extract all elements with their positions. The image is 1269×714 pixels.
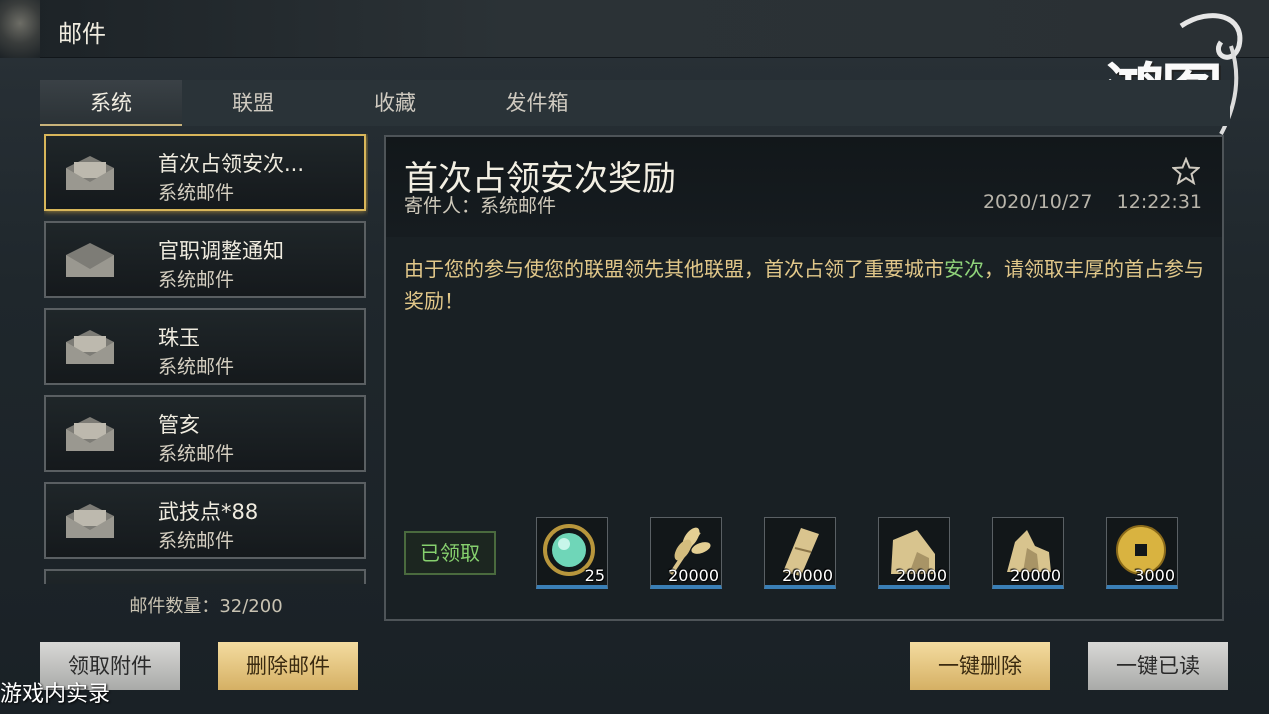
mail-item[interactable]: 官职调整通知 系统邮件 <box>44 221 366 298</box>
mail-title: 管亥 <box>158 413 200 437</box>
mail-sender: 系统邮件 <box>158 530 235 552</box>
reward-slot[interactable]: 3000 <box>1106 517 1178 589</box>
mail-time: 12:22:31 <box>1116 191 1202 213</box>
delete-mail-button[interactable]: 删除邮件 <box>218 642 358 690</box>
mail-sender: 系统邮件 <box>158 356 235 378</box>
reward-slot[interactable]: 20000 <box>764 517 836 589</box>
mail-date: 2020/10/27 <box>982 191 1093 213</box>
mail-item[interactable]: 武技点*88 系统邮件 <box>44 482 366 559</box>
mail-title: 武技点*88 <box>158 500 259 524</box>
reward-quantity: 3000 <box>1134 566 1175 585</box>
claimed-stamp: 已领取 <box>404 531 496 575</box>
star-favorite-icon[interactable] <box>1172 157 1200 185</box>
mail-item[interactable]: 管亥 系统邮件 <box>44 395 366 472</box>
tab-favorites[interactable]: 收藏 <box>324 80 466 126</box>
mail-title: 首次占领安次... <box>158 152 305 176</box>
watermark-text: 游戏内实录 <box>0 682 111 707</box>
mail-detail-header: 首次占领安次奖励 寄件人：系统邮件 2020/10/27 12:22:31 <box>386 137 1222 237</box>
mail-item[interactable]: 首次占领安次... 系统邮件 <box>44 134 366 211</box>
reward-slot[interactable]: 20000 <box>992 517 1064 589</box>
delete-all-button[interactable]: 一键删除 <box>910 642 1050 690</box>
envelope-open-icon <box>66 243 114 277</box>
envelope-open-icon <box>66 156 114 190</box>
back-emblem-icon[interactable] <box>0 0 40 58</box>
tab-outbox[interactable]: 发件箱 <box>466 80 608 126</box>
reward-quantity: 20000 <box>1010 566 1061 585</box>
envelope-open-icon <box>66 330 114 364</box>
reward-quantity: 25 <box>584 566 605 585</box>
reward-slot[interactable]: 20000 <box>878 517 950 589</box>
body-text-before: 由于您的参与使您的联盟领先其他联盟，首次占领了重要城市 <box>404 257 944 281</box>
mail-sender: 系统邮件 <box>158 443 235 465</box>
envelope-open-icon <box>66 417 114 451</box>
reward-quantity: 20000 <box>782 566 833 585</box>
mail-item[interactable]: 珠玉 系统邮件 <box>44 308 366 385</box>
city-name-highlight: 安次 <box>944 257 984 281</box>
mail-sender: 系统邮件 <box>158 269 235 291</box>
mail-sender: 系统邮件 <box>158 182 235 204</box>
mail-detail-datetime: 2020/10/27 12:22:31 <box>983 191 1202 213</box>
mail-tabs: 系统 联盟 收藏 发件箱 <box>40 80 1230 126</box>
mail-item-partial[interactable] <box>44 569 366 584</box>
reward-quantity: 20000 <box>668 566 719 585</box>
mail-title: 珠玉 <box>158 326 200 350</box>
envelope-open-icon <box>66 504 114 538</box>
reward-slot[interactable]: 25 <box>536 517 608 589</box>
tab-alliance[interactable]: 联盟 <box>182 80 324 126</box>
mail-detail-body: 由于您的参与使您的联盟领先其他联盟，首次占领了重要城市安次，请领取丰厚的首占参与… <box>404 253 1204 317</box>
mail-list: 首次占领安次... 系统邮件 官职调整通知 系统邮件 珠玉 系统邮件 管亥 系统… <box>44 134 368 584</box>
mail-count: 邮件数量：32/200 <box>129 596 283 617</box>
tab-system[interactable]: 系统 <box>40 80 182 126</box>
mail-detail-panel: 首次占领安次奖励 寄件人：系统邮件 2020/10/27 12:22:31 由于… <box>384 135 1224 621</box>
mail-detail-sender: 寄件人：系统邮件 <box>404 195 557 217</box>
reward-slot[interactable]: 20000 <box>650 517 722 589</box>
mail-title: 官职调整通知 <box>158 239 284 263</box>
read-all-button[interactable]: 一键已读 <box>1088 642 1228 690</box>
reward-quantity: 20000 <box>896 566 947 585</box>
page-title: 邮件 <box>58 20 106 48</box>
